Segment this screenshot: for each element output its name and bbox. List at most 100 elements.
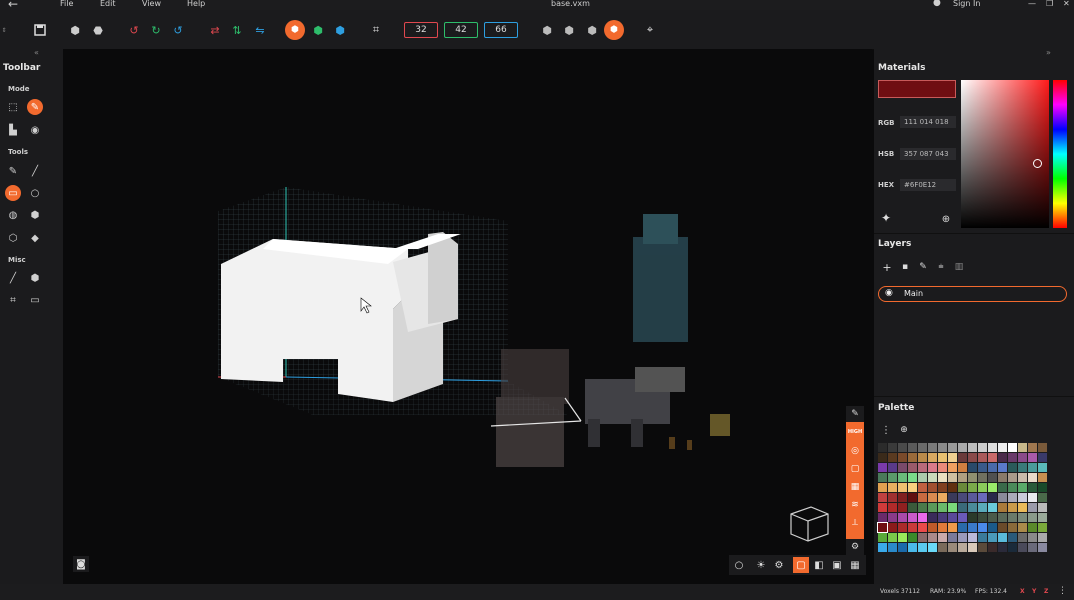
palette-swatch[interactable] (898, 463, 907, 472)
layers-icon[interactable]: ≋ (846, 498, 864, 512)
size-x-field[interactable]: 32 (404, 22, 438, 38)
palette-swatch[interactable] (978, 483, 987, 492)
palette-swatch[interactable] (1038, 453, 1047, 462)
add-layer-icon[interactable]: + (881, 261, 893, 274)
palette-swatch[interactable] (888, 483, 897, 492)
pencil-tool-icon[interactable]: ✎ (5, 163, 21, 179)
palette-swatch[interactable] (898, 443, 907, 452)
palette-swatch[interactable] (1038, 473, 1047, 482)
palette-swatch[interactable] (928, 503, 937, 512)
palette-swatch[interactable] (888, 543, 897, 552)
palette-swatch[interactable] (1018, 503, 1027, 512)
palette-swatch[interactable] (968, 463, 977, 472)
size-z-field[interactable]: 66 (484, 22, 518, 38)
view-cube-2-icon[interactable]: ⬢ (559, 20, 579, 40)
palette-swatch[interactable] (948, 473, 957, 482)
palette-swatch[interactable] (1008, 483, 1017, 492)
palette-swatch[interactable] (928, 483, 937, 492)
palette-swatch[interactable] (908, 483, 917, 492)
palette-swatch[interactable] (928, 453, 937, 462)
palette-swatch[interactable] (1018, 523, 1027, 532)
palette-swatch[interactable] (1038, 493, 1047, 502)
cube-icon[interactable]: ▢ (846, 462, 864, 476)
axis-icon[interactable]: ⟂ (846, 516, 864, 530)
palette-swatch[interactable] (878, 473, 887, 482)
palette-swatch[interactable] (988, 443, 997, 452)
palette-swatch[interactable] (1018, 483, 1027, 492)
palette-swatch[interactable] (898, 533, 907, 542)
delete-layer-icon[interactable]: ▥ (953, 261, 965, 273)
palette-swatch[interactable] (1018, 443, 1027, 452)
palette-swatch[interactable] (988, 543, 997, 552)
palette-swatch[interactable] (918, 523, 927, 532)
palette-swatch[interactable] (1038, 543, 1047, 552)
palette-swatch[interactable] (878, 533, 887, 542)
palette-swatch[interactable] (1038, 443, 1047, 452)
menu-help[interactable]: Help (187, 0, 205, 8)
3d-viewport[interactable]: ✎ HIGH ◎ ▢ ▦ ≋ ⟂ ⚙ ◙ ○ ☀ ⚙ ▢ ◧ ▣ ▦ (63, 49, 872, 584)
palette-swatch[interactable] (958, 533, 967, 542)
palette-swatch[interactable] (898, 473, 907, 482)
palette-swatch[interactable] (928, 443, 937, 452)
palette-swatch[interactable] (978, 463, 987, 472)
palette-swatch[interactable] (958, 473, 967, 482)
palette-swatch[interactable] (918, 543, 927, 552)
palette-swatch[interactable] (978, 533, 987, 542)
palette-swatch[interactable] (1028, 503, 1037, 512)
palette-swatch[interactable] (938, 543, 947, 552)
camera-icon[interactable]: ◙ (73, 556, 89, 572)
palette-swatch[interactable] (1008, 473, 1017, 482)
palette-swatch[interactable] (1008, 493, 1017, 502)
collapse-handle-icon[interactable]: ⇕ (0, 12, 8, 48)
small-brown-pieces[interactable] (669, 437, 692, 450)
rectangle-tool-icon[interactable]: ▭ (5, 185, 21, 201)
palette-swatch[interactable] (1008, 513, 1017, 522)
block-mode-icon[interactable]: ▙ (5, 122, 21, 138)
light-bulb-icon[interactable]: ☀ (753, 557, 769, 573)
palette-menu-icon[interactable]: ⋮ (881, 424, 891, 436)
building-icon[interactable]: ▦ (846, 480, 864, 494)
palette-swatch[interactable] (938, 453, 947, 462)
palette-swatch[interactable] (1028, 493, 1037, 502)
palette-swatch[interactable] (1018, 543, 1027, 552)
frame-icon[interactable]: ⌗ (5, 292, 21, 308)
palette-swatch[interactable] (888, 503, 897, 512)
palette-swatch[interactable] (988, 473, 997, 482)
palette-swatch[interactable] (908, 443, 917, 452)
palette-swatch[interactable] (938, 463, 947, 472)
palette-swatch[interactable] (1028, 443, 1037, 452)
palette-swatch[interactable] (877, 522, 888, 533)
palette-swatch[interactable] (958, 503, 967, 512)
rgb-field[interactable]: 111 014 018 (900, 116, 956, 128)
brush-icon[interactable]: ✎ (846, 406, 864, 422)
collapse-left-icon[interactable]: « (34, 48, 39, 57)
palette-swatch[interactable] (888, 473, 897, 482)
palette-swatch[interactable] (998, 523, 1007, 532)
palette-swatch[interactable] (968, 503, 977, 512)
palette-swatch[interactable] (918, 533, 927, 542)
palette-swatch[interactable] (968, 523, 977, 532)
palette-swatch[interactable] (928, 543, 937, 552)
palette-swatch[interactable] (888, 513, 897, 522)
palette-swatch[interactable] (1018, 453, 1027, 462)
settings-gear-icon[interactable]: ⚙ (846, 539, 864, 555)
fill-tool-icon[interactable]: ◆ (27, 230, 43, 246)
palette-swatch[interactable] (898, 483, 907, 492)
menu-edit[interactable]: Edit (100, 0, 116, 8)
palette-swatch[interactable] (1008, 443, 1017, 452)
palette-swatch[interactable] (918, 463, 927, 472)
palette-swatch[interactable] (978, 543, 987, 552)
palette-swatch[interactable] (998, 543, 1007, 552)
palette-swatch[interactable] (978, 443, 987, 452)
hex-field[interactable]: #6F0E12 (900, 179, 956, 191)
render-circle-icon[interactable]: ○ (731, 557, 747, 573)
palette-swatch[interactable] (968, 543, 977, 552)
chart-icon[interactable]: ◎ (846, 444, 864, 458)
palette-swatch[interactable] (958, 453, 967, 462)
palette-swatch[interactable] (1008, 463, 1017, 472)
rotate-z-icon[interactable]: ↺ (168, 20, 188, 40)
palette-swatch[interactable] (1028, 513, 1037, 522)
ghost-rhino-model[interactable] (585, 367, 685, 447)
palette-swatch[interactable] (918, 493, 927, 502)
palette-swatch[interactable] (1028, 543, 1037, 552)
